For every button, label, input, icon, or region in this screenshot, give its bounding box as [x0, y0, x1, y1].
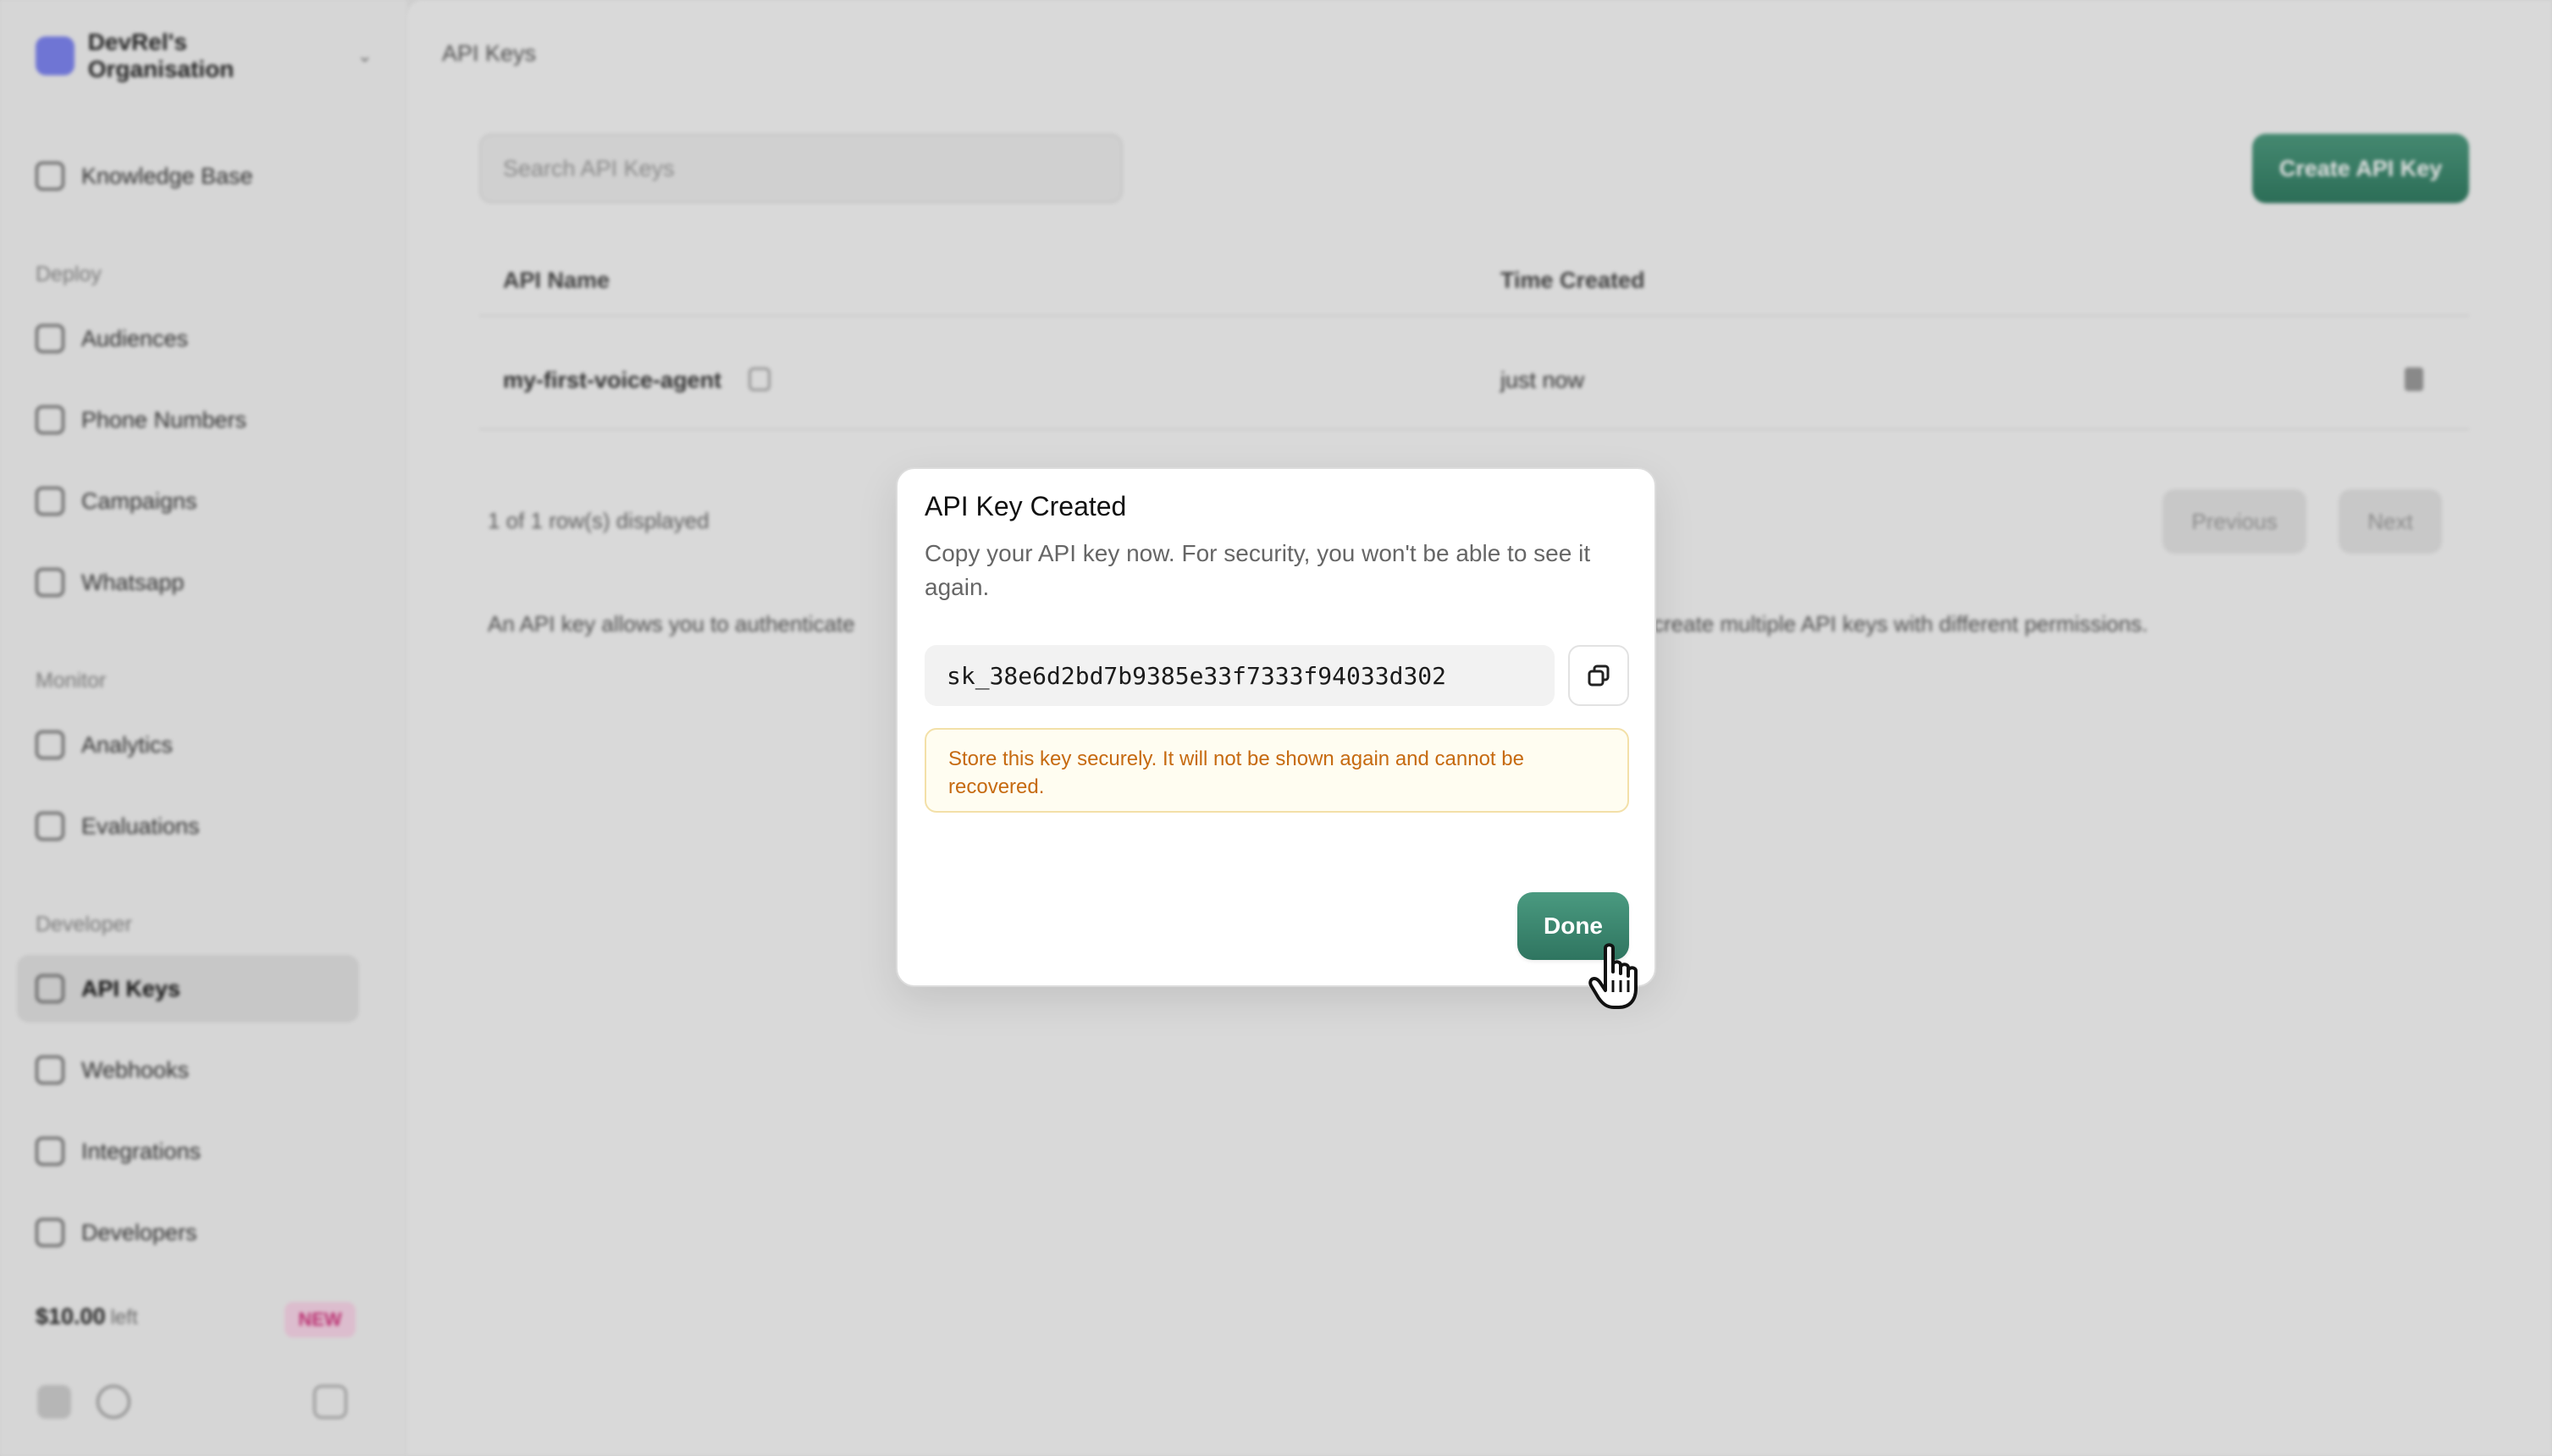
- api-key-value: sk_38e6d2bd7b9385e33f7333f94033d302: [947, 661, 1447, 690]
- api-key-created-dialog: API Key Created Copy your API key now. F…: [896, 467, 1656, 987]
- copy-icon: [1588, 665, 1610, 687]
- copy-key-button[interactable]: [1568, 645, 1629, 706]
- security-warning: Store this key securely. It will not be …: [925, 728, 1629, 813]
- hand-pointer-icon: [1588, 943, 1638, 1009]
- app-root: DevRel's Organisation ⌄ Knowledge Base D…: [0, 0, 2552, 1456]
- api-key-field[interactable]: sk_38e6d2bd7b9385e33f7333f94033d302: [925, 645, 1555, 706]
- dialog-title: API Key Created: [925, 491, 1127, 521]
- dialog-subtitle: Copy your API key now. For security, you…: [925, 540, 1591, 600]
